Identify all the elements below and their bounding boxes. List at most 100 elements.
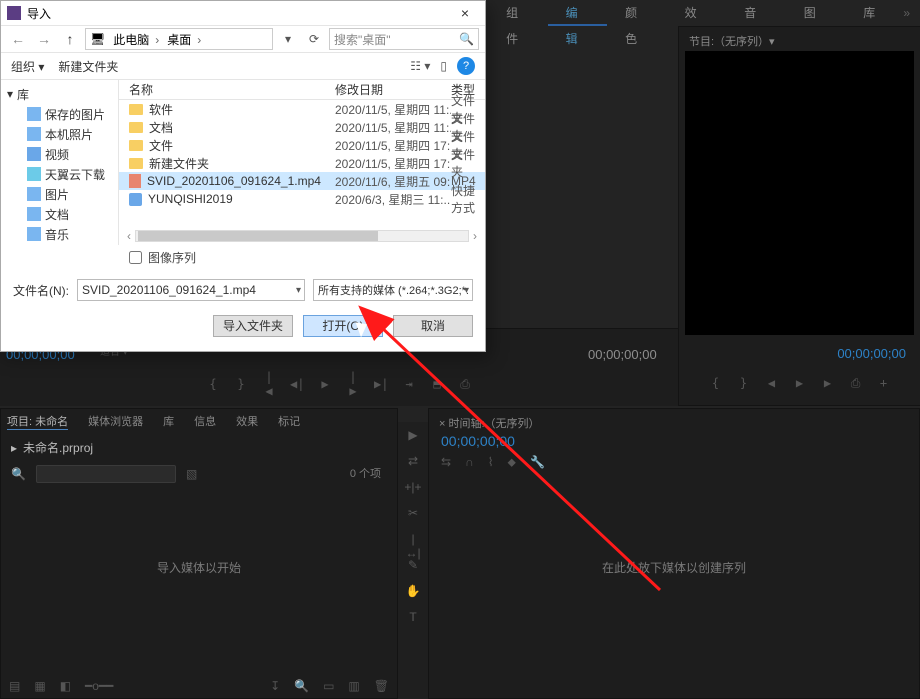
- close-icon[interactable]: ×: [451, 5, 479, 21]
- tree-item[interactable]: 音乐: [21, 224, 118, 244]
- hand-icon[interactable]: ✋: [404, 584, 422, 602]
- step-fwd-icon[interactable]: |▶: [346, 370, 360, 398]
- filetype-filter[interactable]: 所有支持的媒体 (*.264;*.3G2;*.▾: [313, 279, 473, 301]
- breadcrumb[interactable]: 🖥 此电脑 桌面: [85, 28, 273, 50]
- file-list[interactable]: 名称 修改日期 类型 软件2020/11/5, 星期四 11:...文件夹文档2…: [119, 80, 485, 245]
- new-folder-button[interactable]: 新建文件夹: [58, 58, 118, 75]
- freeform-icon[interactable]: ◧: [60, 679, 71, 693]
- type-icon[interactable]: T: [404, 610, 422, 628]
- play-icon[interactable]: ▶: [318, 377, 332, 391]
- pen-icon[interactable]: ✎: [404, 558, 422, 576]
- tab-audio[interactable]: 音频: [726, 0, 786, 26]
- settings-icon[interactable]: 🔧: [530, 455, 545, 470]
- overwrite-icon[interactable]: ⬒: [430, 377, 444, 391]
- list-view-icon[interactable]: ▤: [9, 679, 20, 693]
- image-sequence-checkbox[interactable]: 图像序列: [129, 249, 485, 266]
- tab-effects[interactable]: 效果: [667, 0, 727, 26]
- file-row[interactable]: 新建文件夹2020/11/5, 星期四 17:...文件夹: [119, 154, 485, 172]
- tree-item[interactable]: 图片: [21, 184, 118, 204]
- file-list-scrollbar[interactable]: ‹ ›: [123, 229, 481, 243]
- project-search-input[interactable]: [36, 465, 176, 483]
- mark-in-icon[interactable]: {: [206, 377, 220, 391]
- export-frame-icon[interactable]: ⎙: [849, 376, 863, 391]
- tab-assembly[interactable]: 组件: [488, 0, 548, 26]
- tab-info[interactable]: 信息: [194, 413, 216, 429]
- mark-in-icon[interactable]: {: [709, 376, 723, 390]
- file-row[interactable]: 文件2020/11/5, 星期四 17:...文件夹: [119, 136, 485, 154]
- image-sequence-input[interactable]: [129, 251, 142, 264]
- sort-icon[interactable]: ↧: [270, 679, 280, 693]
- zoom-slider[interactable]: ━o━━: [85, 679, 113, 693]
- new-item-icon[interactable]: ▥: [348, 679, 359, 693]
- link-icon[interactable]: ⌇: [488, 455, 494, 470]
- program-tab[interactable]: 节目:（无序列）▾: [679, 27, 920, 49]
- tab-project[interactable]: 项目: 未命名: [7, 413, 68, 430]
- export-frame-icon[interactable]: ⎙: [458, 377, 472, 392]
- col-name[interactable]: 名称: [129, 81, 335, 98]
- help-icon[interactable]: ?: [457, 57, 475, 75]
- tab-lib[interactable]: 库: [163, 413, 174, 429]
- tree-item[interactable]: 文档: [21, 204, 118, 224]
- wrench-icon[interactable]: +: [877, 376, 891, 390]
- nav-tree[interactable]: ▾ 库 保存的图片 本机照片 视频 天翼云下载 图片 文档 音乐 ▸ 网络: [1, 80, 119, 245]
- razor-icon[interactable]: ✂: [404, 506, 422, 524]
- tree-libraries[interactable]: ▾ 库: [1, 84, 118, 104]
- timeline-tab[interactable]: × 时间轴:（无序列）: [429, 409, 919, 431]
- cancel-button[interactable]: 取消: [393, 315, 473, 337]
- tree-item[interactable]: 本机照片: [21, 124, 118, 144]
- view-mode-icon[interactable]: ☷ ▾: [410, 59, 430, 73]
- tree-item[interactable]: 视频: [21, 144, 118, 164]
- step-fwd-icon[interactable]: ▶: [821, 376, 835, 390]
- go-in-icon[interactable]: |◀: [262, 370, 276, 398]
- refresh-icon[interactable]: ⟳: [303, 32, 325, 46]
- file-row[interactable]: 文档2020/11/5, 星期四 11:...文件夹: [119, 118, 485, 136]
- file-row[interactable]: 软件2020/11/5, 星期四 11:...文件夹: [119, 100, 485, 118]
- import-folder-button[interactable]: 导入文件夹: [213, 315, 293, 337]
- tab-edit[interactable]: 编辑: [548, 0, 608, 26]
- go-out-icon[interactable]: ▶|: [374, 377, 388, 391]
- scrollbar-thumb[interactable]: [138, 231, 378, 241]
- marker-icon[interactable]: ⬥: [508, 455, 516, 470]
- slip-icon[interactable]: |↔|: [404, 532, 422, 550]
- tree-item[interactable]: 保存的图片: [21, 104, 118, 124]
- icon-view-icon[interactable]: ▦: [34, 679, 45, 693]
- mark-out-icon[interactable]: }: [234, 377, 248, 391]
- insert-icon[interactable]: ⇥: [402, 377, 416, 391]
- tabs-overflow[interactable]: »: [893, 6, 920, 20]
- delete-icon[interactable]: 🗑: [374, 679, 389, 693]
- tree-item[interactable]: 天翼云下载: [21, 164, 118, 184]
- organize-menu[interactable]: 组织 ▾: [11, 58, 44, 75]
- file-row[interactable]: SVID_20201106_091624_1.mp42020/11/6, 星期五…: [119, 172, 485, 190]
- file-row[interactable]: YUNQISHI20192020/6/3, 星期三 11:...快捷方式: [119, 190, 485, 208]
- breadcrumb-leaf[interactable]: 桌面: [167, 31, 201, 48]
- search-input[interactable]: 搜索"桌面" 🔍: [329, 28, 479, 50]
- filename-input[interactable]: SVID_20201106_091624_1.mp4▾: [77, 279, 305, 301]
- track-select-icon[interactable]: ⇄: [404, 454, 422, 472]
- nav-back-icon[interactable]: ←: [7, 28, 29, 50]
- search-icon[interactable]: 🔍: [11, 467, 26, 481]
- selection-tool-icon[interactable]: ▶: [404, 428, 422, 446]
- tab-library[interactable]: 库: [845, 0, 893, 26]
- step-back-icon[interactable]: ◀|: [290, 377, 304, 391]
- nav-up-icon[interactable]: ↑: [59, 28, 81, 50]
- file-list-header[interactable]: 名称 修改日期 类型: [119, 80, 485, 100]
- tab-media[interactable]: 媒体浏览器: [88, 413, 143, 429]
- breadcrumb-dropdown-icon[interactable]: ▾: [277, 32, 299, 46]
- play-icon[interactable]: ▶: [793, 376, 807, 390]
- new-bin-icon[interactable]: ▭: [323, 679, 334, 693]
- find-icon[interactable]: 🔍: [294, 679, 309, 693]
- snap-icon[interactable]: ⇆: [441, 455, 451, 470]
- tab-color[interactable]: 颜色: [607, 0, 667, 26]
- preview-pane-icon[interactable]: ▯: [440, 59, 447, 73]
- breadcrumb-root[interactable]: 此电脑: [113, 31, 159, 48]
- col-date[interactable]: 修改日期: [335, 81, 451, 98]
- open-button[interactable]: 打开(O): [303, 315, 383, 337]
- ripple-edit-icon[interactable]: +|+: [404, 480, 422, 498]
- step-back-icon[interactable]: ◀: [765, 376, 779, 390]
- mark-out-icon[interactable]: }: [737, 376, 751, 390]
- tab-markers[interactable]: 标记: [278, 413, 300, 429]
- tab-graphics[interactable]: 图形: [786, 0, 846, 26]
- bin-icon[interactable]: ▧: [186, 467, 197, 481]
- tab-fx[interactable]: 效果: [236, 413, 258, 429]
- magnet-icon[interactable]: ∩: [465, 455, 474, 470]
